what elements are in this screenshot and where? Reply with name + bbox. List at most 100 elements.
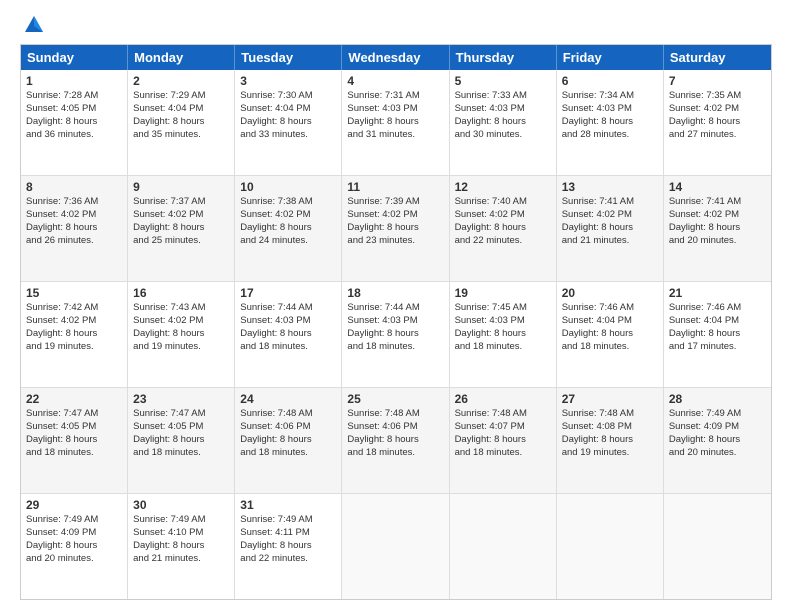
calendar-day: 14Sunrise: 7:41 AMSunset: 4:02 PMDayligh… bbox=[664, 176, 771, 281]
calendar-week-row: 8Sunrise: 7:36 AMSunset: 4:02 PMDaylight… bbox=[21, 175, 771, 281]
day-info-line: and 19 minutes. bbox=[562, 447, 630, 458]
calendar-week-row: 15Sunrise: 7:42 AMSunset: 4:02 PMDayligh… bbox=[21, 281, 771, 387]
day-info-line: and 25 minutes. bbox=[133, 235, 201, 246]
calendar-empty bbox=[342, 494, 449, 599]
day-info-line: Sunset: 4:03 PM bbox=[455, 103, 525, 114]
day-info-line: Sunset: 4:03 PM bbox=[562, 103, 632, 114]
day-info-line: and 19 minutes. bbox=[26, 341, 94, 352]
day-number: 1 bbox=[26, 73, 122, 89]
day-info-line: Sunset: 4:05 PM bbox=[133, 421, 203, 432]
calendar-day: 24Sunrise: 7:48 AMSunset: 4:06 PMDayligh… bbox=[235, 388, 342, 493]
day-info-line: Sunrise: 7:30 AM bbox=[240, 90, 312, 101]
day-info-line: Daylight: 8 hours bbox=[240, 222, 311, 233]
day-info-line: and 28 minutes. bbox=[562, 129, 630, 140]
day-info-line: Sunrise: 7:37 AM bbox=[133, 196, 205, 207]
day-info-line: Daylight: 8 hours bbox=[133, 116, 204, 127]
day-info-line: Daylight: 8 hours bbox=[26, 434, 97, 445]
logo-icon bbox=[23, 14, 45, 36]
day-info-line: Sunset: 4:11 PM bbox=[240, 527, 310, 538]
day-info-line: Sunrise: 7:41 AM bbox=[562, 196, 634, 207]
day-number: 26 bbox=[455, 391, 551, 407]
day-info-line: Daylight: 8 hours bbox=[347, 328, 418, 339]
day-info-line: and 36 minutes. bbox=[26, 129, 94, 140]
day-number: 14 bbox=[669, 179, 766, 195]
calendar-day: 26Sunrise: 7:48 AMSunset: 4:07 PMDayligh… bbox=[450, 388, 557, 493]
calendar-day: 16Sunrise: 7:43 AMSunset: 4:02 PMDayligh… bbox=[128, 282, 235, 387]
calendar-day: 10Sunrise: 7:38 AMSunset: 4:02 PMDayligh… bbox=[235, 176, 342, 281]
day-number: 10 bbox=[240, 179, 336, 195]
calendar-day: 3Sunrise: 7:30 AMSunset: 4:04 PMDaylight… bbox=[235, 70, 342, 175]
calendar-week-row: 22Sunrise: 7:47 AMSunset: 4:05 PMDayligh… bbox=[21, 387, 771, 493]
calendar-day: 11Sunrise: 7:39 AMSunset: 4:02 PMDayligh… bbox=[342, 176, 449, 281]
day-info-line: Sunset: 4:04 PM bbox=[562, 315, 632, 326]
day-info-line: Daylight: 8 hours bbox=[455, 116, 526, 127]
header bbox=[20, 16, 772, 36]
day-info-line: Sunset: 4:03 PM bbox=[347, 315, 417, 326]
day-info-line: Sunset: 4:07 PM bbox=[455, 421, 525, 432]
day-info-line: Sunset: 4:02 PM bbox=[669, 209, 739, 220]
calendar-day: 22Sunrise: 7:47 AMSunset: 4:05 PMDayligh… bbox=[21, 388, 128, 493]
day-info-line: Sunset: 4:04 PM bbox=[240, 103, 310, 114]
calendar-day: 2Sunrise: 7:29 AMSunset: 4:04 PMDaylight… bbox=[128, 70, 235, 175]
day-number: 5 bbox=[455, 73, 551, 89]
weekday-header: Saturday bbox=[664, 45, 771, 70]
calendar-day: 8Sunrise: 7:36 AMSunset: 4:02 PMDaylight… bbox=[21, 176, 128, 281]
day-info-line: Daylight: 8 hours bbox=[455, 222, 526, 233]
day-info-line: Sunrise: 7:48 AM bbox=[455, 408, 527, 419]
day-info-line: Daylight: 8 hours bbox=[240, 434, 311, 445]
calendar-body: 1Sunrise: 7:28 AM Sunset: 4:05 PM Daylight… bbox=[21, 70, 771, 599]
day-info-line: and 22 minutes. bbox=[455, 235, 523, 246]
day-number: 18 bbox=[347, 285, 443, 301]
day-info-line: Sunrise: 7:39 AM bbox=[347, 196, 419, 207]
day-info-line: and 18 minutes. bbox=[562, 341, 630, 352]
day-info-line: and 20 minutes. bbox=[26, 553, 94, 564]
day-info-line: Sunset: 4:02 PM bbox=[669, 103, 739, 114]
day-info-line: Daylight: 8 hours bbox=[26, 222, 97, 233]
calendar-day: 5Sunrise: 7:33 AMSunset: 4:03 PMDaylight… bbox=[450, 70, 557, 175]
day-number: 30 bbox=[133, 497, 229, 513]
day-info-line: Sunrise: 7:36 AM bbox=[26, 196, 98, 207]
calendar-day: 29Sunrise: 7:49 AMSunset: 4:09 PMDayligh… bbox=[21, 494, 128, 599]
day-info-line: and 18 minutes. bbox=[240, 341, 308, 352]
day-info-line: and 18 minutes. bbox=[455, 447, 523, 458]
calendar-day: 1Sunrise: 7:28 AMSunset: 4:05 PMDaylight… bbox=[21, 70, 128, 175]
day-info-line: Daylight: 8 hours bbox=[26, 116, 97, 127]
day-info-line: and 33 minutes. bbox=[240, 129, 308, 140]
day-info-line: Sunrise: 7:49 AM bbox=[133, 514, 205, 525]
day-info-line: Sunrise: 7:45 AM bbox=[455, 302, 527, 313]
calendar-empty bbox=[450, 494, 557, 599]
day-info-line: Daylight: 8 hours bbox=[240, 116, 311, 127]
weekday-header: Thursday bbox=[450, 45, 557, 70]
day-info-line: Daylight: 8 hours bbox=[26, 540, 97, 551]
day-info-line: and 20 minutes. bbox=[669, 447, 737, 458]
day-number: 11 bbox=[347, 179, 443, 195]
day-info-line: and 31 minutes. bbox=[347, 129, 415, 140]
day-info-line: Sunrise: 7:42 AM bbox=[26, 302, 98, 313]
calendar-day: 19Sunrise: 7:45 AMSunset: 4:03 PMDayligh… bbox=[450, 282, 557, 387]
calendar-week-row: 29Sunrise: 7:49 AMSunset: 4:09 PMDayligh… bbox=[21, 493, 771, 599]
day-info-line: and 19 minutes. bbox=[133, 341, 201, 352]
day-info-line: Daylight: 8 hours bbox=[562, 434, 633, 445]
day-info-line: and 24 minutes. bbox=[240, 235, 308, 246]
calendar-day: 18Sunrise: 7:44 AMSunset: 4:03 PMDayligh… bbox=[342, 282, 449, 387]
day-info-line: Sunrise: 7:28 AM bbox=[26, 90, 98, 101]
day-info-line: Daylight: 8 hours bbox=[562, 222, 633, 233]
day-info-line: Sunrise: 7:49 AM bbox=[26, 514, 98, 525]
day-info-line: and 22 minutes. bbox=[240, 553, 308, 564]
day-info-line: Sunrise: 7:29 AM bbox=[133, 90, 205, 101]
day-info-line: Sunset: 4:03 PM bbox=[455, 315, 525, 326]
day-info-line: Daylight: 8 hours bbox=[347, 116, 418, 127]
day-info-line: Sunrise: 7:48 AM bbox=[347, 408, 419, 419]
calendar-day: 20Sunrise: 7:46 AMSunset: 4:04 PMDayligh… bbox=[557, 282, 664, 387]
day-number: 22 bbox=[26, 391, 122, 407]
day-number: 20 bbox=[562, 285, 658, 301]
calendar-day: 12Sunrise: 7:40 AMSunset: 4:02 PMDayligh… bbox=[450, 176, 557, 281]
calendar-day: 23Sunrise: 7:47 AMSunset: 4:05 PMDayligh… bbox=[128, 388, 235, 493]
day-info-line: and 18 minutes. bbox=[26, 447, 94, 458]
day-info-line: Sunset: 4:02 PM bbox=[562, 209, 632, 220]
calendar-header: SundayMondayTuesdayWednesdayThursdayFrid… bbox=[21, 45, 771, 70]
calendar-day: 25Sunrise: 7:48 AMSunset: 4:06 PMDayligh… bbox=[342, 388, 449, 493]
day-info-line: Sunset: 4:04 PM bbox=[133, 103, 203, 114]
day-info-line: and 18 minutes. bbox=[240, 447, 308, 458]
day-info-line: and 21 minutes. bbox=[133, 553, 201, 564]
